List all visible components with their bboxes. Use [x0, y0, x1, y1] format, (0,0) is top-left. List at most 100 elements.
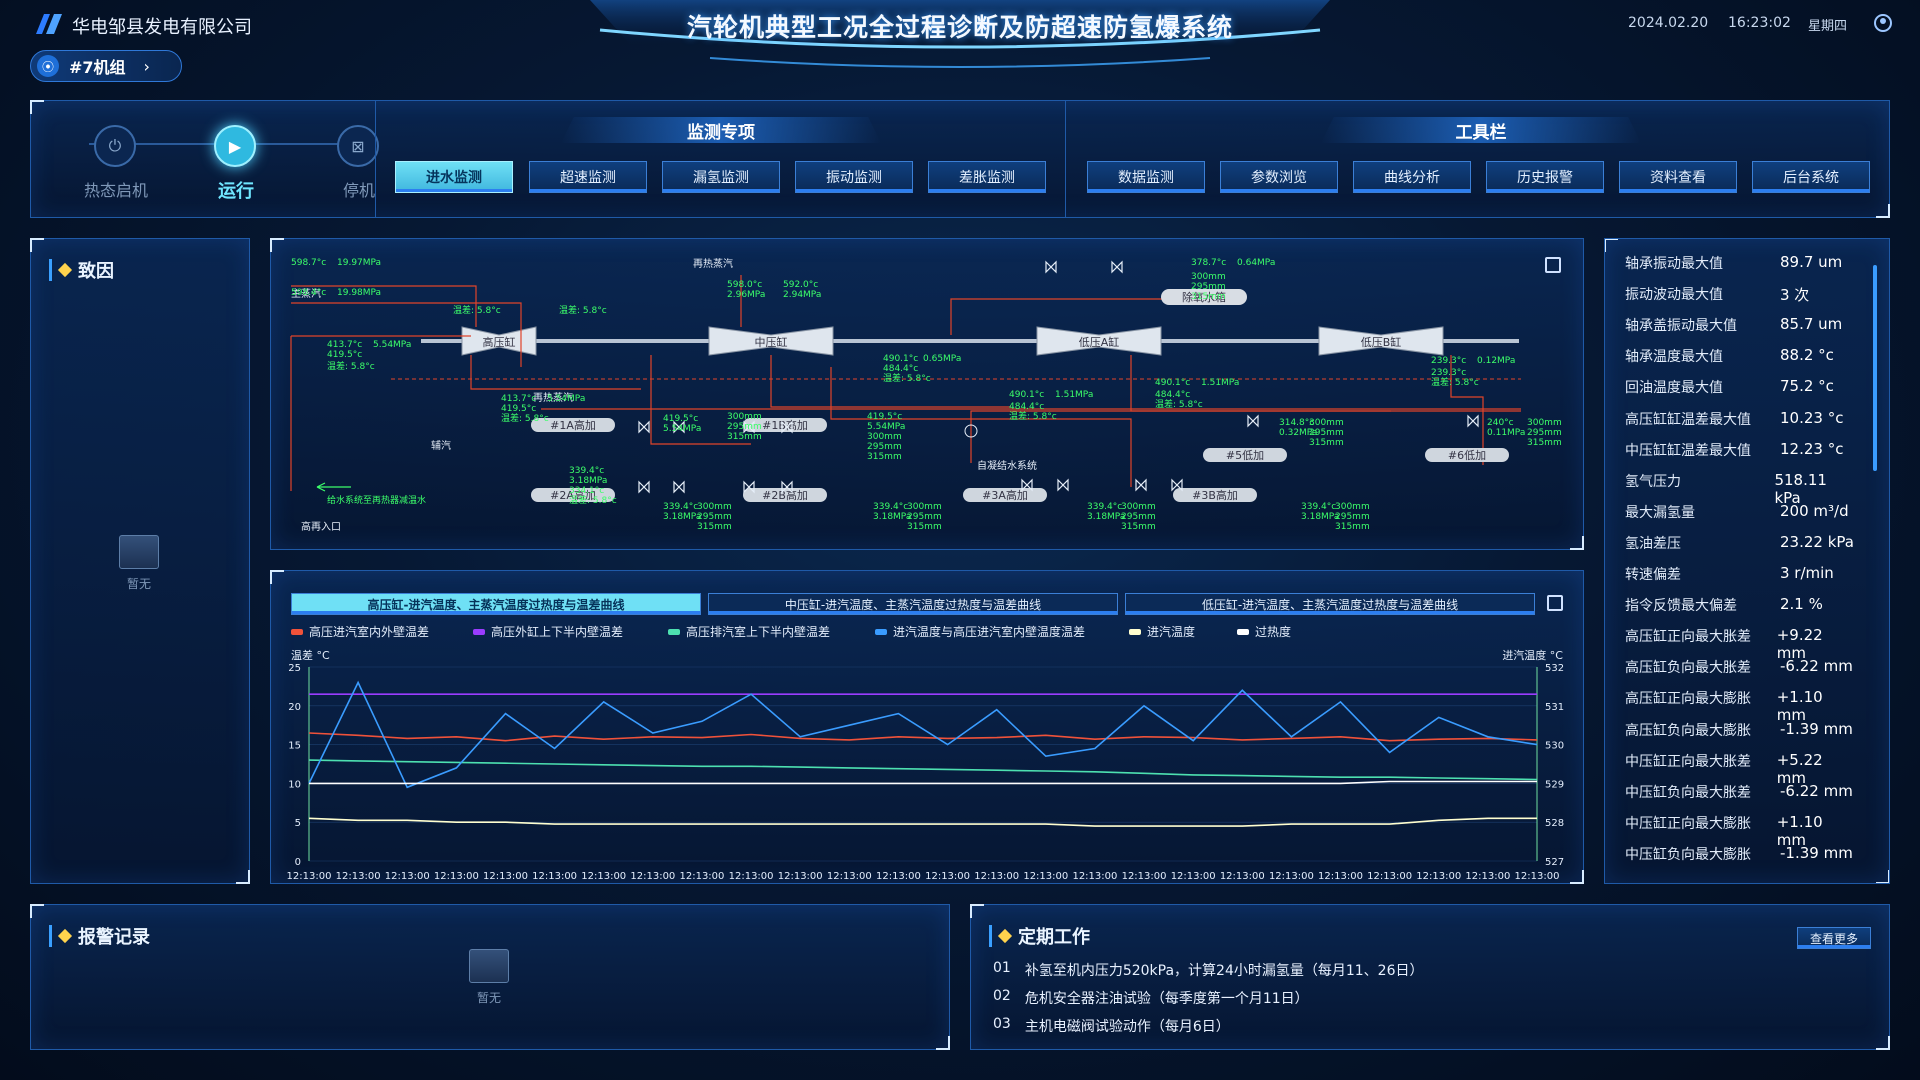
x-tick-label: 12:13:00 — [336, 871, 381, 882]
empty-box-icon — [119, 535, 159, 569]
monitor-button-water[interactable]: 进水监测 — [395, 161, 513, 193]
metric-row: 高压缸负向最大膨胀 -1.39 mm — [1625, 720, 1855, 740]
reading-label: 419.5°c — [867, 412, 902, 422]
reading-label: 19.98MPa — [337, 288, 381, 298]
metric-row: 中压缸缸温差最大值 12.23 °c — [1625, 440, 1855, 460]
tool-button-history-alarm[interactable]: 历史报警 — [1486, 161, 1604, 193]
reading-label: 419.5°c — [663, 414, 698, 424]
reading-label: 5.54MPa — [663, 424, 701, 434]
metric-label: 转速偏差 — [1625, 567, 1681, 583]
x-tick-label: 12:13:00 — [778, 871, 823, 882]
monitor-section-title: 监测专项 — [561, 117, 881, 143]
x-tick-label: 12:13:00 — [630, 871, 675, 882]
header: 华电邹县发电有限公司 汽轮机典型工况全过程诊断及防超速防氢爆系统 2024.02… — [0, 0, 1920, 82]
tab-ip-curve[interactable]: 中压缸-进汽温度、主蒸汽温度过热度与温差曲线 — [708, 593, 1118, 615]
valve-icon — [1135, 478, 1147, 492]
tab-hp-curve[interactable]: 高压缸-进汽温度、主蒸汽温度过热度与温差曲线 — [291, 593, 701, 615]
heater-label: #6低加 — [1448, 449, 1486, 462]
alarm-title: 报警记录 — [49, 923, 150, 949]
tool-button-data[interactable]: 数据监测 — [1087, 161, 1205, 193]
tool-button-curves[interactable]: 曲线分析 — [1353, 161, 1471, 193]
location-pin-icon: ⦿ — [37, 55, 59, 77]
reading-label: 295mm — [1121, 512, 1156, 522]
diamond-icon — [997, 928, 1013, 944]
x-tick-label: 12:13:00 — [729, 871, 774, 882]
metric-row: 高压缸缸温差最大值 10.23 °c — [1625, 409, 1855, 429]
reading-label: 温差: 5.8°c — [569, 494, 617, 506]
reading-label: 300mm — [1335, 502, 1370, 512]
label-hp-inlet: 高再入口 — [301, 520, 341, 533]
header-date: 2024.02.20 — [1628, 15, 1709, 31]
view-more-button[interactable]: 查看更多 — [1797, 927, 1871, 949]
x-tick-label: 12:13:00 — [532, 871, 577, 882]
x-tick-label: 12:13:00 — [925, 871, 970, 882]
diamond-icon — [57, 928, 73, 944]
valve-icon — [1045, 260, 1057, 274]
status-step-hot-start[interactable]: ⏻ 热态启机 — [61, 121, 171, 211]
valve-icon — [1467, 414, 1479, 428]
tool-button-backend[interactable]: 后台系统 — [1752, 161, 1870, 193]
divider — [1065, 101, 1066, 217]
power-icon: ⏻ — [94, 125, 136, 167]
heater-label: #1A高加 — [550, 418, 596, 432]
reading-label: 315mm — [1335, 522, 1370, 532]
metric-label: 高压缸负向最大膨胀 — [1625, 722, 1751, 739]
metric-row: 回油温度最大值 75.2 °c — [1625, 377, 1855, 397]
reading-label: 5.54MPa — [547, 394, 585, 404]
header-weekday: 星期四 — [1808, 19, 1848, 34]
work-item[interactable]: 03 主机电磁阀试验动作（每月6日） — [993, 1016, 1230, 1036]
user-icon[interactable] — [1874, 14, 1892, 32]
y2-tick-label: 531 — [1545, 702, 1564, 713]
empty-state: 暂无 — [469, 949, 509, 1006]
x-tick-label: 12:13:00 — [1023, 871, 1068, 882]
reading-label: 温差: 5.8°c — [883, 372, 931, 384]
header-time: 16:23:02 — [1728, 15, 1791, 31]
alarm-panel: 报警记录 暂无 — [30, 904, 950, 1050]
y-tick-label: 0 — [295, 857, 301, 868]
unit-selector[interactable]: ⦿ #7机组 › — [30, 50, 182, 82]
reading-label: 3.18MPa — [663, 512, 701, 522]
label-feedwater: 给水系统至再热器减温水 — [327, 494, 426, 506]
monitor-button-hydrogen-leak[interactable]: 漏氢监测 — [662, 161, 780, 193]
work-item[interactable]: 02 危机安全器注油试验（每季度第一个月11日） — [993, 988, 1309, 1008]
valve-icon — [638, 420, 650, 434]
x-tick-label: 12:13:00 — [974, 871, 1019, 882]
reading-label: 300mm — [867, 432, 902, 442]
reading-label: 300mm — [1191, 272, 1226, 282]
work-item[interactable]: 01 补氢至机内压力520kPa，计算24小时漏氢量（每月11、26日） — [993, 960, 1424, 980]
reading-label: 5.54MPa — [867, 422, 905, 432]
scrollbar[interactable] — [1873, 265, 1877, 471]
reading-label: 315mm — [727, 432, 762, 442]
y2-tick-label: 530 — [1545, 741, 1564, 752]
tool-button-documents[interactable]: 资料查看 — [1619, 161, 1737, 193]
metric-label: 高压缸缸温差最大值 — [1625, 411, 1751, 428]
reading-label: 3.18MPa — [873, 512, 911, 522]
status-step-running[interactable]: ▶ 运行 — [181, 121, 291, 211]
monitor-button-vibration[interactable]: 振动监测 — [795, 161, 913, 193]
work-title-text: 定期工作 — [1018, 927, 1090, 948]
reading-label: 490.1°c — [1009, 390, 1044, 400]
reading-label: 490.1°c — [1155, 378, 1190, 388]
reading-label: 295mm — [1527, 428, 1562, 438]
tool-button-params[interactable]: 参数浏览 — [1220, 161, 1338, 193]
legend-item: 进汽温度 — [1129, 623, 1195, 640]
valve-icon — [1247, 414, 1259, 428]
empty-state: 暂无 — [119, 535, 159, 592]
reading-label: 315mm — [1309, 438, 1344, 448]
reading-label: 温差: 5.8°c — [559, 304, 607, 316]
metric-value: -6.22 mm — [1780, 657, 1853, 676]
metric-row: 指令反馈最大偏差 2.1 % — [1625, 595, 1855, 615]
alarm-title-text: 报警记录 — [78, 927, 150, 948]
reading-label: 1.51MPa — [1201, 378, 1239, 388]
monitor-button-overspeed[interactable]: 超速监测 — [529, 161, 647, 193]
metric-value: -1.39 mm — [1780, 719, 1853, 738]
cause-panel: 致因 暂无 — [30, 238, 250, 884]
x-tick-label: 12:13:00 — [483, 871, 528, 882]
tab-lp-curve[interactable]: 低压缸-进汽温度、主蒸汽温度过热度与温差曲线 — [1125, 593, 1535, 615]
reading-label: 592.0°c — [783, 280, 818, 290]
x-tick-label: 12:13:00 — [1367, 871, 1412, 882]
monitor-button-expansion[interactable]: 差胀监测 — [928, 161, 1046, 193]
fullscreen-icon[interactable] — [1547, 595, 1563, 611]
metric-value: 2.1 % — [1780, 595, 1823, 614]
series-line — [308, 680, 1538, 789]
